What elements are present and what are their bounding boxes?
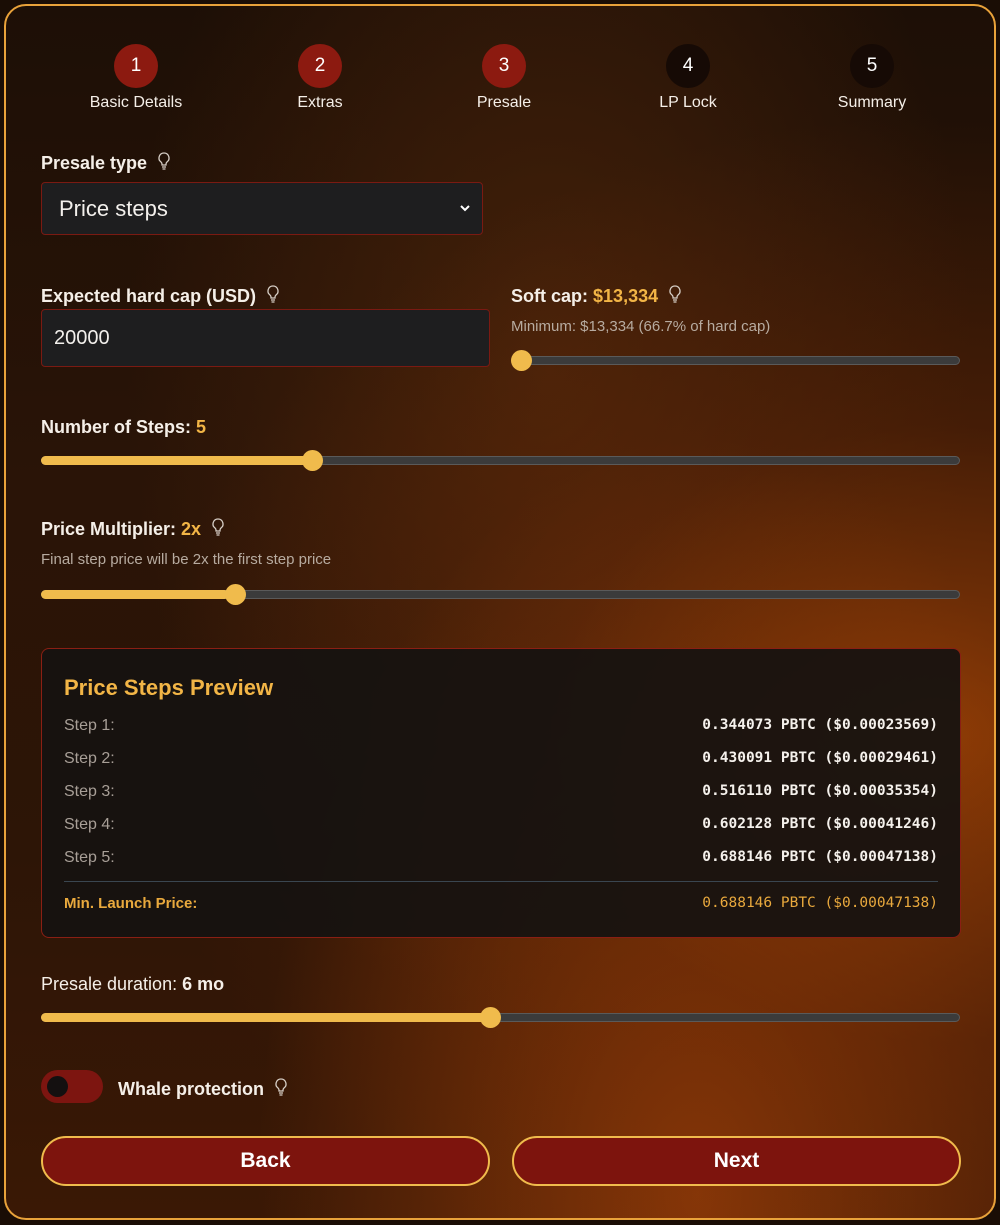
num-steps-label: Number of Steps: 5 [41,417,206,438]
lightbulb-icon[interactable] [210,517,226,537]
slider-thumb[interactable] [301,450,323,471]
preview-divider [64,881,938,882]
preview-row-value: 0.344073 PBTC ($0.00023569) [702,717,938,733]
wizard-step-4[interactable]: 4 LP Lock [608,44,768,112]
whale-protection-label: Whale protection [118,1077,289,1100]
lightbulb-icon[interactable] [156,151,172,171]
slider-thumb[interactable] [479,1007,501,1028]
presale-wizard-card: 1 Basic Details 2 Extras 3 Presale 4 LP … [4,4,996,1220]
soft-cap-slider[interactable] [511,350,960,371]
slider-thumb[interactable] [225,584,247,605]
step-label: Extras [297,94,343,111]
soft-cap-label: Soft cap: $13,334 [511,284,683,307]
hard-cap-label-text: Expected hard cap (USD) [41,286,257,306]
toggle-knob [47,1076,68,1097]
hard-cap-input[interactable]: 20000 [41,309,490,367]
presale-type-select[interactable]: Price steps [41,182,483,235]
preview-row-value: 0.602128 PBTC ($0.00041246) [702,816,938,832]
preview-row-label: Step 2: [64,750,115,767]
step-number: 4 [666,44,710,88]
step-number: 5 [850,44,894,88]
duration-label-text: Presale duration: [41,974,178,994]
step-label: Summary [837,94,907,111]
step-number: 3 [482,44,526,88]
whale-protection-toggle[interactable] [41,1070,103,1103]
slider-fill [41,590,230,599]
wizard-step-3[interactable]: 3 Presale [424,44,584,112]
min-launch-price-row: Min. Launch Price: 0.688146 PBTC ($0.000… [64,895,938,917]
next-button[interactable]: Next [512,1136,961,1186]
wizard-step-1[interactable]: 1 Basic Details [56,44,216,112]
step-number: 2 [298,44,342,88]
price-multiplier-hint: Final step price will be 2x the first st… [41,551,332,568]
chevron-down-icon [460,205,470,212]
step-number: 1 [114,44,158,88]
wizard-step-5[interactable]: 5 Summary [792,44,952,112]
min-launch-price-label: Min. Launch Price: [64,895,198,912]
lightbulb-icon[interactable] [273,1077,289,1097]
price-multiplier-label-text: Price Multiplier: [41,519,177,539]
slider-thumb[interactable] [511,350,532,371]
preview-row-value: 0.516110 PBTC ($0.00035354) [702,783,938,799]
presale-type-label: Presale type [41,151,172,174]
preview-row-value: 0.688146 PBTC ($0.00047138) [702,849,938,865]
hard-cap-label: Expected hard cap (USD) [41,284,281,307]
wizard-step-2[interactable]: 2 Extras [240,44,400,112]
soft-cap-hint: Minimum: $13,334 (66.7% of hard cap) [511,318,771,335]
slider-track [511,356,960,365]
soft-cap-label-text: Soft cap: [511,286,589,306]
num-steps-slider[interactable] [41,450,960,471]
preview-title: Price Steps Preview [64,675,274,700]
preview-row-label: Step 4: [64,816,115,833]
price-multiplier-label: Price Multiplier: 2x [41,517,226,540]
preview-row-label: Step 3: [64,783,115,800]
preview-row: Step 2: 0.430091 PBTC ($0.00029461) [64,750,938,772]
duration-value: 6 mo [182,974,225,994]
lightbulb-icon[interactable] [667,284,683,304]
price-multiplier-value: 2x [181,519,202,539]
duration-label: Presale duration: 6 mo [41,974,224,995]
price-steps-preview: Price Steps Preview Step 1: 0.344073 PBT… [41,648,961,938]
price-multiplier-slider[interactable] [41,584,960,605]
step-label: Basic Details [89,94,183,111]
num-steps-value: 5 [196,417,207,437]
soft-cap-value: $13,334 [593,286,659,306]
preview-row-label: Step 5: [64,849,115,866]
preview-row: Step 1: 0.344073 PBTC ($0.00023569) [64,717,938,739]
presale-type-label-text: Presale type [41,153,148,173]
preview-row-label: Step 1: [64,717,115,734]
preview-row: Step 5: 0.688146 PBTC ($0.00047138) [64,849,938,871]
num-steps-label-text: Number of Steps: [41,417,192,437]
preview-row: Step 3: 0.516110 PBTC ($0.00035354) [64,783,938,805]
back-button[interactable]: Back [41,1136,490,1186]
step-label: Presale [476,94,532,111]
lightbulb-icon[interactable] [265,284,281,304]
duration-slider[interactable] [41,1007,960,1028]
preview-row-value: 0.430091 PBTC ($0.00029461) [702,750,938,766]
min-launch-price-value: 0.688146 PBTC ($0.00047138) [702,895,938,911]
whale-protection-label-text: Whale protection [118,1079,265,1099]
slider-fill [41,1013,490,1022]
presale-type-value: Price steps [59,196,168,221]
step-label: LP Lock [659,94,717,111]
preview-row: Step 4: 0.602128 PBTC ($0.00041246) [64,816,938,838]
slider-fill [41,456,308,465]
